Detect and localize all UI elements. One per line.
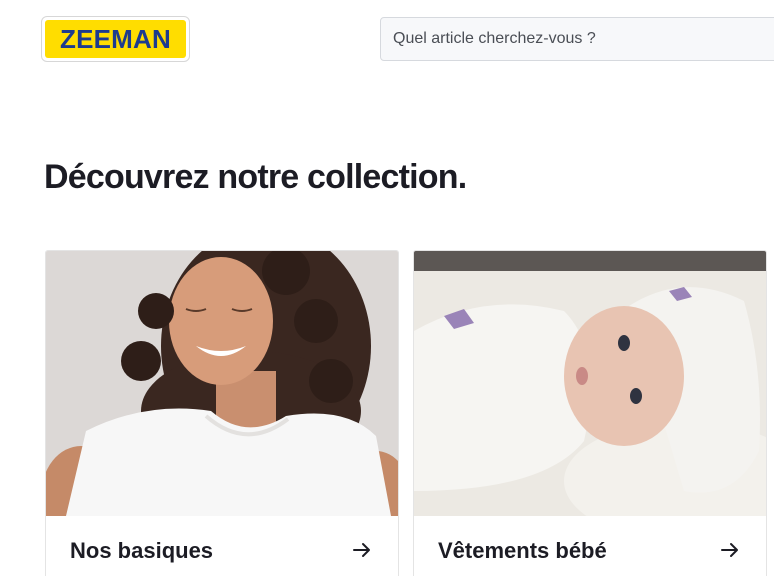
- card-label: Vêtements bébé: [438, 538, 607, 563]
- collection-card-baby-clothes[interactable]: Vêtements bébé: [413, 250, 767, 576]
- card-footer: Vêtements bébé: [414, 516, 766, 576]
- page-title: Découvrez notre collection.: [44, 158, 467, 196]
- zeeman-logo-link[interactable]: ZEEMAN: [41, 16, 190, 62]
- card-label: Nos basiques: [70, 538, 214, 563]
- collection-card-basics[interactable]: Nos basiques: [45, 250, 399, 576]
- card-footer: Nos basiques: [46, 516, 398, 576]
- page: ZEEMAN Découvrez notre collection.: [0, 0, 774, 576]
- arrow-right-icon: [353, 543, 370, 557]
- zeeman-logo: ZEEMAN: [45, 20, 186, 58]
- baby-hooded-towel-photo: [414, 251, 766, 516]
- woman-white-tshirt-photo: [46, 251, 398, 516]
- arrow-right-icon: [721, 543, 738, 557]
- search-input[interactable]: [381, 18, 774, 60]
- search-box[interactable]: [380, 17, 774, 61]
